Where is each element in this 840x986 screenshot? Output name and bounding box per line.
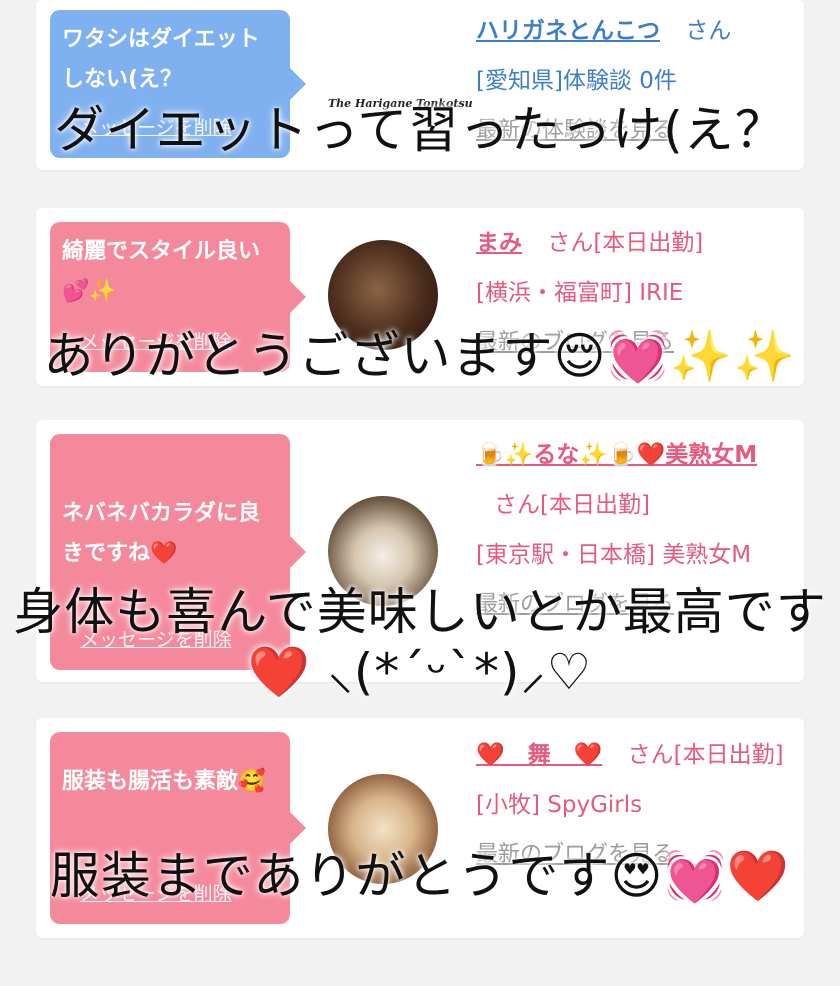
message-text: ワタシはダイエットしない(え？ <box>62 27 260 92</box>
user-name-link[interactable]: まみ <box>476 230 522 256</box>
user-suffix: さん[本日出勤] <box>627 742 784 768</box>
overlay-text: 服装までありがとうです😍💓❤️ <box>49 847 791 905</box>
user-details: [東京駅・日本橋] 美熟女M <box>476 542 752 568</box>
user-details: [横浜・福富町] IRIE <box>476 280 684 306</box>
user-name-link[interactable]: 🍺✨るな✨🍺❤️美熟女M <box>476 442 757 468</box>
overlay-caption-2: ありがとうございます😌💓✨✨ <box>0 326 840 386</box>
overlay-caption-1: ダイエットって習ったっけ(え？ <box>0 100 840 160</box>
user-details: [小牧] SpyGirls <box>476 792 643 818</box>
user-details: [愛知県]体験談 0件 <box>476 68 677 94</box>
message-text: ネバネバカラダに良きですね❤️ <box>62 501 261 566</box>
overlay-caption-3: 身体も喜んで美味しいとか最高です❤️ ⸜(*ˊᵕˋ*)⸝♡ <box>0 582 840 702</box>
message-text: 綺麗でスタイル良い💕✨ <box>62 239 261 304</box>
user-suffix: さん[本日出勤] <box>547 230 704 256</box>
overlay-text: ダイエットって習ったっけ(え？ <box>54 101 786 159</box>
message-text: 服装も腸活も素敵🥰 <box>62 769 266 794</box>
overlay-text: ありがとうございます😌💓✨✨ <box>43 327 797 385</box>
user-name-link[interactable]: ❤️ 舞 ❤️ <box>476 742 602 768</box>
user-name-link[interactable]: ハリガネとんこつ <box>476 18 660 44</box>
overlay-caption-4: 服装までありがとうです😍💓❤️ <box>0 846 840 906</box>
overlay-text: 身体も喜んで美味しいとか最高です❤️ ⸜(*ˊᵕˋ*)⸝♡ <box>13 583 827 701</box>
user-suffix: さん <box>685 18 732 44</box>
user-suffix: さん[本日出勤] <box>494 492 650 518</box>
